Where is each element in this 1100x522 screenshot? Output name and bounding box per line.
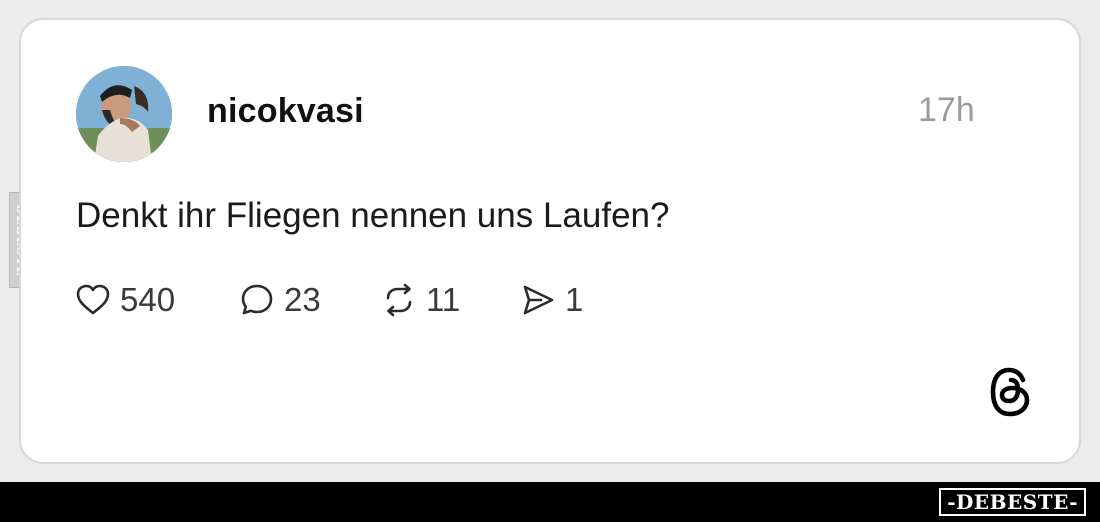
post-timestamp: 17h xyxy=(918,91,975,129)
reply-count: 23 xyxy=(284,281,321,318)
share-count: 1 xyxy=(565,281,584,318)
like-count: 540 xyxy=(120,281,176,318)
screenshot-stage: DEBESTE nicokvasi 17h Denkt ihr Fliegen … xyxy=(0,0,1100,522)
post-text: Denkt ihr Fliegen nennen uns Laufen? xyxy=(76,196,670,235)
share-button[interactable]: 1 xyxy=(519,280,583,320)
repost-button[interactable]: 11 xyxy=(380,280,460,320)
avatar[interactable] xyxy=(76,66,172,162)
avatar-image xyxy=(76,66,172,162)
send-icon xyxy=(523,285,554,315)
like-button[interactable]: 540 xyxy=(74,280,175,320)
post-username[interactable]: nicokvasi xyxy=(207,92,364,131)
heart-icon xyxy=(76,284,110,315)
comment-bubble-icon xyxy=(241,284,273,315)
footer-watermark-logo: -DEBESTE- xyxy=(939,488,1086,516)
repost-count: 11 xyxy=(426,281,461,318)
repost-arrows-icon xyxy=(386,283,412,317)
threads-post-card xyxy=(19,18,1081,464)
reply-button[interactable]: 23 xyxy=(238,280,321,320)
threads-logo-icon[interactable] xyxy=(988,366,1034,418)
footer-bar: -DEBESTE- xyxy=(0,482,1100,522)
